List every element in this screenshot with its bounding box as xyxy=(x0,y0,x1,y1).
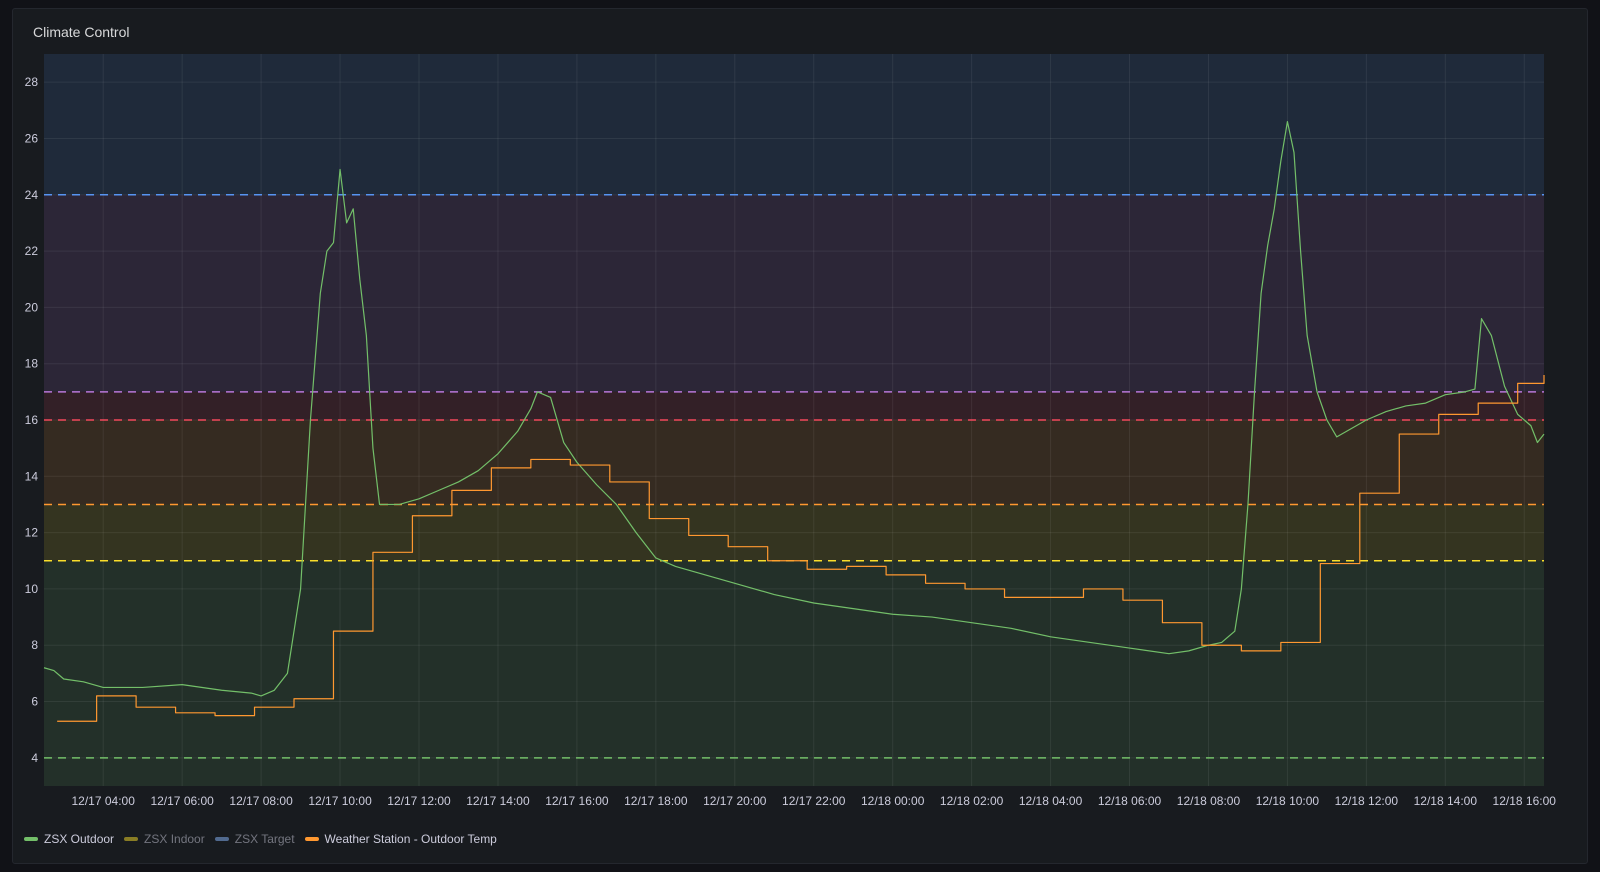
legend-label: ZSX Target xyxy=(234,832,295,846)
y-tick-label: 20 xyxy=(25,300,39,314)
x-tick-label: 12/18 06:00 xyxy=(1098,794,1162,808)
y-tick-label: 14 xyxy=(25,469,39,483)
y-tick-label: 10 xyxy=(25,582,39,596)
y-tick-label: 18 xyxy=(25,357,39,371)
x-tick-label: 12/18 02:00 xyxy=(940,794,1004,808)
x-tick-label: 12/18 00:00 xyxy=(861,794,925,808)
threshold-band xyxy=(44,420,1544,505)
x-tick-label: 12/17 12:00 xyxy=(387,794,451,808)
x-tick-label: 12/18 14:00 xyxy=(1414,794,1478,808)
legend-label: ZSX Outdoor xyxy=(44,832,115,846)
legend-swatch-icon xyxy=(24,837,38,841)
y-tick-label: 28 xyxy=(25,75,39,89)
legend-swatch-icon xyxy=(214,837,229,841)
x-tick-label: 12/18 08:00 xyxy=(1177,794,1241,808)
y-tick-label: 12 xyxy=(25,526,39,540)
legend-item-zsx-target[interactable]: ZSX Target xyxy=(214,832,295,846)
x-tick-label: 12/17 14:00 xyxy=(466,794,530,808)
x-tick-label: 12/17 08:00 xyxy=(229,794,293,808)
threshold-band xyxy=(44,54,1544,195)
x-tick-label: 12/17 18:00 xyxy=(624,794,688,808)
y-tick-label: 8 xyxy=(31,638,38,652)
legend-swatch-icon xyxy=(124,837,139,841)
time-series-chart[interactable]: 4 6 8 10 12 14 16 18 20 22 24 26 28 12/17 04:00 12/17 … xyxy=(0,0,1600,872)
threshold-band xyxy=(44,560,1544,786)
legend-item-weather-station[interactable]: Weather Station - Outdoor Temp xyxy=(304,832,497,846)
y-tick-label: 16 xyxy=(25,413,39,427)
y-tick-label: 24 xyxy=(25,188,39,202)
legend-item-zsx-outdoor[interactable]: ZSX Outdoor xyxy=(24,832,114,846)
x-tick-label: 12/17 20:00 xyxy=(703,794,767,808)
y-tick-label: 6 xyxy=(31,695,38,709)
threshold-band xyxy=(44,194,1544,392)
x-tick-label: 12/18 12:00 xyxy=(1335,794,1399,808)
x-tick-label: 12/18 10:00 xyxy=(1256,794,1320,808)
x-tick-label: 12/18 04:00 xyxy=(1019,794,1083,808)
x-tick-label: 12/17 22:00 xyxy=(782,794,846,808)
x-tick-label: 12/17 06:00 xyxy=(150,794,214,808)
y-tick-label: 4 xyxy=(31,751,38,765)
legend-swatch-icon xyxy=(304,837,319,841)
x-tick-label: 12/17 04:00 xyxy=(72,794,136,808)
x-tick-label: 12/17 10:00 xyxy=(308,794,372,808)
x-tick-label: 12/17 16:00 xyxy=(545,794,609,808)
y-tick-label: 22 xyxy=(25,244,39,258)
legend-label: ZSX Indoor xyxy=(144,832,205,846)
y-tick-label: 26 xyxy=(25,131,39,145)
legend-item-zsx-indoor[interactable]: ZSX Indoor xyxy=(124,832,205,846)
x-tick-label: 12/18 16:00 xyxy=(1493,794,1557,808)
chart-legend: ZSX Outdoor ZSX Indoor ZSX Target Weathe… xyxy=(24,832,497,846)
legend-label: Weather Station - Outdoor Temp xyxy=(324,832,497,846)
